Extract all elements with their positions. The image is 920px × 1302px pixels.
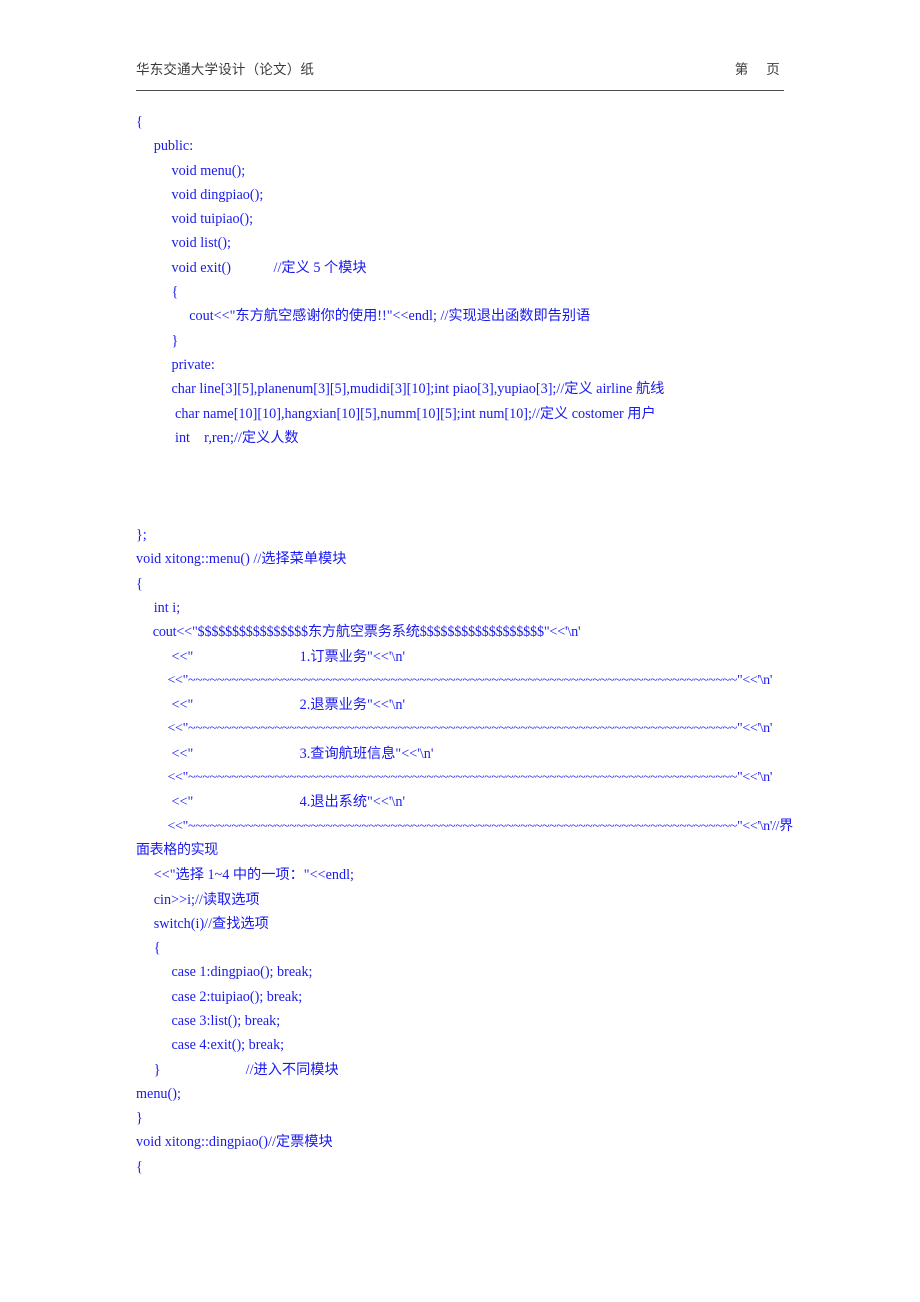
page-running-header: 华东交通大学设计（论文）纸 第 页 <box>136 60 784 91</box>
code-line: <<"~~~~~~~~~~~~~~~~~~~~~~~~~~~~~~~~~~~~~… <box>136 721 773 737</box>
code-line: void tuipiao(); <box>136 211 254 228</box>
code-line: int r,ren;//定义人数 <box>136 429 299 446</box>
code-line: } //进入不同模块 <box>136 1061 339 1078</box>
code-line: } <box>136 332 179 349</box>
document-page: 华东交通大学设计（论文）纸 第 页 { public: void menu();… <box>0 0 920 1302</box>
code-line: int i; <box>136 599 181 616</box>
code-line: case 2:tuipiao(); break; <box>136 988 303 1005</box>
code-line: <<"~~~~~~~~~~~~~~~~~~~~~~~~~~~~~~~~~~~~~… <box>136 818 793 858</box>
code-line: <<" 3.查询航班信息"<<'\n' <box>136 745 434 762</box>
code-line: <<"~~~~~~~~~~~~~~~~~~~~~~~~~~~~~~~~~~~~~… <box>136 770 773 786</box>
code-line: switch(i)//查找选项 <box>136 915 269 932</box>
code-line: void dingpiao(); <box>136 186 264 203</box>
code-line: char name[10][10],hangxian[10][5],numm[1… <box>136 405 656 422</box>
code-line: }; <box>136 527 147 544</box>
code-line: } <box>136 1110 143 1127</box>
code-line: { <box>136 575 143 592</box>
code-line: <<" 4.退出系统"<<'\n' <box>136 794 406 811</box>
code-line: void menu(); <box>136 162 246 179</box>
code-line: { <box>136 1158 143 1175</box>
code-line: cout<<"$$$$$$$$$$$$$$$$东方航空票务系统$$$$$$$$$… <box>136 624 581 641</box>
code-line: case 3:list(); break; <box>136 1012 281 1029</box>
code-line: { <box>136 940 161 957</box>
code-line: void xitong::menu() //选择菜单模块 <box>136 551 347 568</box>
header-page-number-label: 第 页 <box>734 62 780 77</box>
code-line: public: <box>136 138 194 155</box>
code-line: { <box>136 284 179 301</box>
code-line: case 4:exit(); break; <box>136 1037 285 1054</box>
code-line: void exit() //定义 5 个模块 <box>136 259 367 276</box>
code-line: cin>>i;//读取选项 <box>136 891 260 908</box>
code-line: char line[3][5],planenum[3][5],mudidi[3]… <box>136 381 665 398</box>
code-line: <<" 2.退票业务"<<'\n' <box>136 697 406 714</box>
source-code-block: { public: void menu(); void dingpiao(); … <box>136 110 796 1179</box>
code-line: void xitong::dingpiao()//定票模块 <box>136 1134 333 1151</box>
code-line: <<" 1.订票业务"<<'\n' <box>136 648 406 665</box>
header-institution-label: 华东交通大学设计（论文）纸 <box>136 62 315 77</box>
code-line: private: <box>136 356 215 373</box>
code-line: case 1:dingpiao(); break; <box>136 964 313 981</box>
code-line: <<"~~~~~~~~~~~~~~~~~~~~~~~~~~~~~~~~~~~~~… <box>136 672 773 688</box>
code-line: <<"选择 1~4 中的一项："<<endl; <box>136 867 354 884</box>
code-line: void list(); <box>136 235 231 252</box>
code-line: menu(); <box>136 1085 181 1102</box>
code-line: cout<<"东方航空感谢你的使用!!"<<endl; //实现退出函数即告别语 <box>136 308 591 325</box>
code-line: { <box>136 114 143 130</box>
